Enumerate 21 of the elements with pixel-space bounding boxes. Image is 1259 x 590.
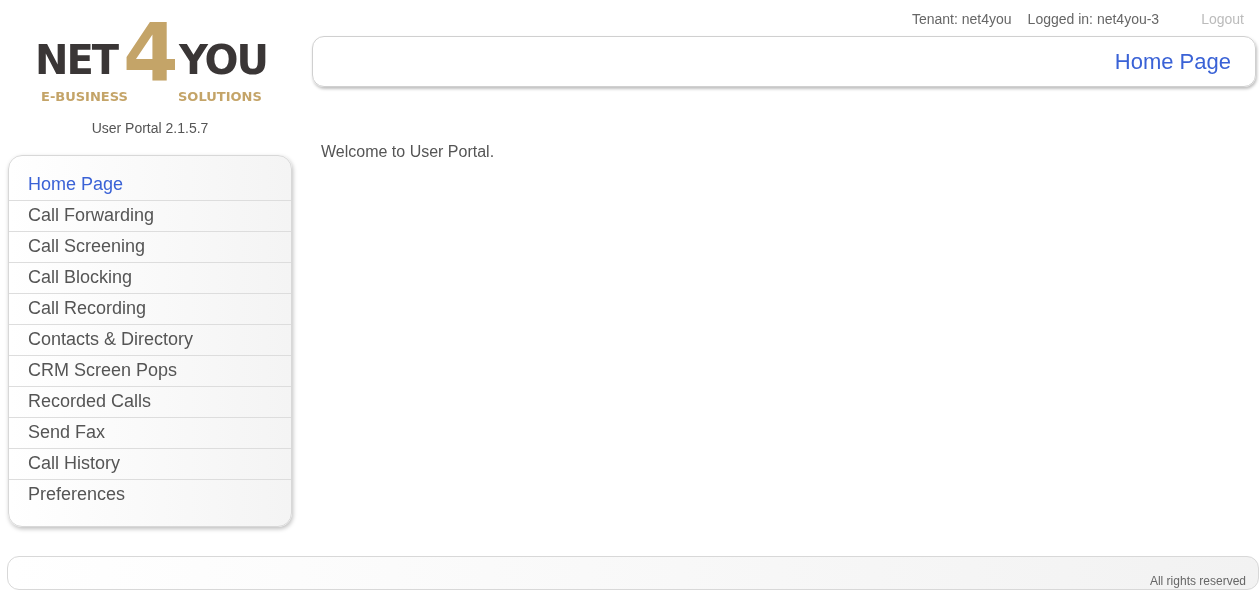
logo-tagline: E-BUSINESS [41,90,128,103]
sidebar-item[interactable]: Home Page [9,170,291,201]
sidebar-item[interactable]: Recorded Calls [9,387,291,418]
logo-text: NET [35,40,118,80]
sidebar-item[interactable]: Call Blocking [9,263,291,294]
sidebar-item[interactable]: CRM Screen Pops [9,356,291,387]
sidebar-item[interactable]: Call History [9,449,291,480]
sidebar-item[interactable]: Call Screening [9,232,291,263]
sidebar-item[interactable]: Call Recording [9,294,291,325]
sidebar-item[interactable]: Call Forwarding [9,201,291,232]
logo-text: YOU [179,40,268,80]
page-title: Home Page [1114,48,1231,76]
logo-tagline: SOLUTIONS [178,90,262,103]
welcome-text: Welcome to User Portal. [321,142,496,162]
sidebar-item[interactable]: Send Fax [9,418,291,449]
sidebar-item[interactable]: Contacts & Directory [9,325,291,356]
sidebar-item[interactable]: Preferences [9,480,291,510]
tenant-label: Tenant: net4you [911,10,1012,29]
version-label: User Portal 2.1.5.7 [90,119,210,138]
user-label: Logged in: net4you-3 [1027,10,1160,29]
footer-text: All rights reserved [1149,574,1246,588]
